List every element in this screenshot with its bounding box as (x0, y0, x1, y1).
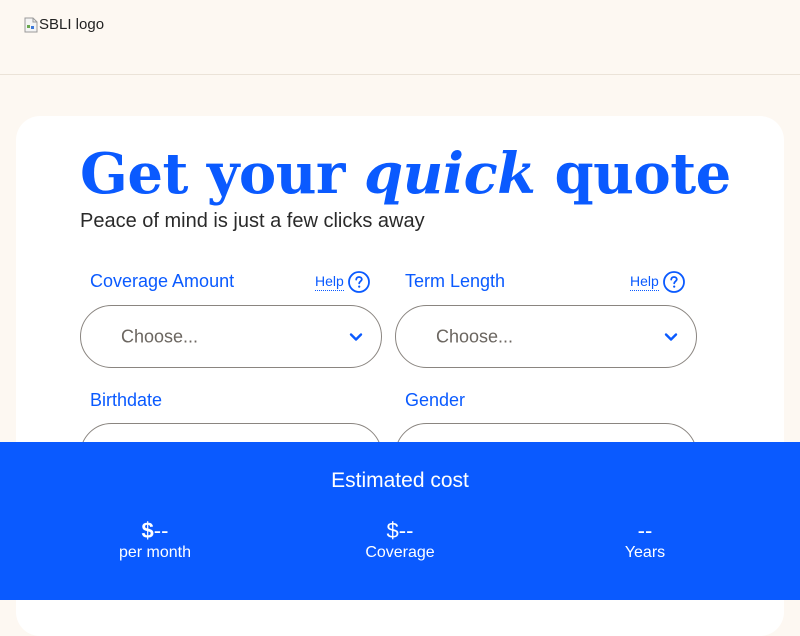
coverage-currency: $ (386, 518, 399, 543)
monthly-amount: -- (153, 518, 169, 543)
title-part-1: Get your (80, 141, 345, 207)
coverage-amount-label: Coverage Amount (90, 271, 235, 291)
term-help-button[interactable]: Help (630, 271, 685, 293)
years-summary-value: -- (637, 518, 653, 543)
coverage-help-label: Help (315, 273, 344, 291)
monthly-currency: $ (141, 518, 154, 543)
question-circle-icon (662, 271, 685, 293)
question-circle-icon (347, 271, 370, 293)
birthdate-label: Birthdate (90, 390, 163, 410)
page-title: Get your quick quote (80, 140, 731, 208)
coverage-amount-select[interactable]: Choose... (80, 305, 382, 368)
term-length-select[interactable]: Choose... (395, 305, 697, 368)
page-subtitle: Peace of mind is just a few clicks away (80, 210, 425, 232)
coverage-summary-label: Coverage (365, 544, 435, 561)
monthly-cost-label: per month (118, 544, 192, 561)
gender-label: Gender (405, 390, 466, 410)
chevron-down-icon (349, 332, 363, 341)
years-summary-label: Years (624, 544, 666, 561)
coverage-summary-value: $-- (300, 518, 500, 544)
title-part-2: quote (554, 141, 731, 207)
years-summary: -- Years (545, 518, 745, 562)
coverage-amount-value: Choose... (121, 326, 199, 346)
term-length-label: Term Length (405, 271, 506, 291)
broken-image-icon (24, 17, 38, 33)
coverage-summary: $-- Coverage (300, 518, 500, 562)
monthly-cost-value: $-- (55, 518, 255, 544)
chevron-down-icon (664, 332, 678, 341)
term-help-label: Help (630, 273, 659, 291)
coverage-amount: -- (398, 518, 414, 543)
title-emphasis: quick (363, 141, 536, 207)
logo-alt-text: SBLI logo (39, 16, 105, 33)
term-length-value: Choose... (436, 326, 514, 346)
estimated-cost-title: Estimated cost (331, 469, 469, 492)
monthly-cost: $-- per month (55, 518, 255, 562)
sbli-logo[interactable]: SBLI logo (24, 16, 104, 33)
coverage-help-button[interactable]: Help (315, 271, 370, 293)
estimated-cost-bar: Estimated cost $-- per month $-- Coverag… (0, 442, 800, 600)
site-header: SBLI logo (0, 0, 800, 75)
